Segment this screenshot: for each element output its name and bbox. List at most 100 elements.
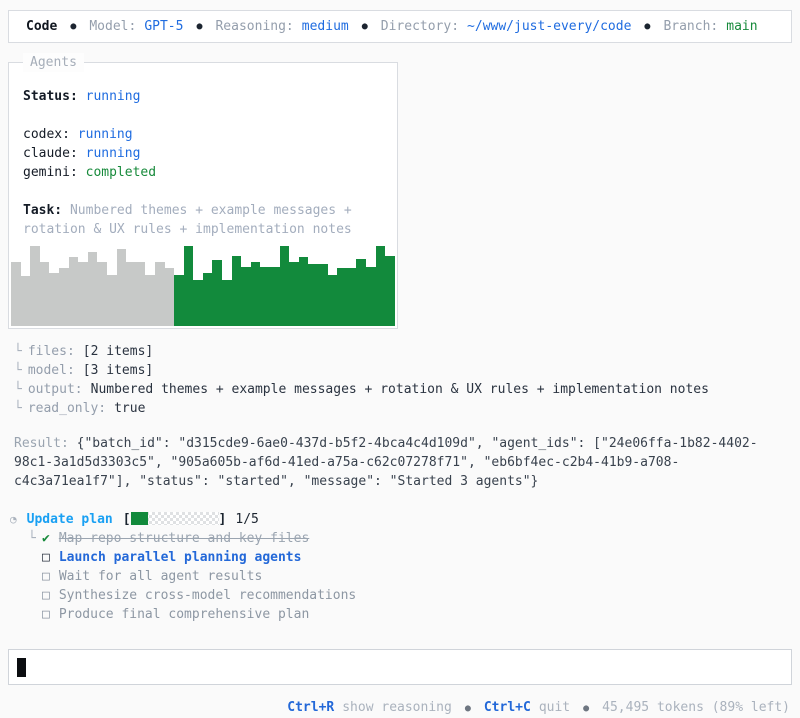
- task-label: Task:: [23, 203, 63, 218]
- tool-output-value: true: [114, 401, 146, 416]
- sparkline-bar: [20, 276, 31, 326]
- sparkline-bar: [346, 268, 357, 326]
- plan-progress-bar: [130, 512, 219, 525]
- sparkline-bar: [106, 274, 117, 326]
- sparkline-bar: [58, 268, 69, 326]
- sparkline-bar: [270, 266, 280, 326]
- sparkline-bar: [193, 279, 203, 326]
- model-value: GPT-5: [144, 19, 184, 34]
- plan-item-label: Produce final comprehensive plan: [58, 607, 310, 622]
- sparkline-bar: [154, 262, 165, 326]
- status-label: Status:: [23, 89, 78, 104]
- plan-item-label: Map repo structure and key files: [58, 531, 310, 546]
- sparkline-bar: [289, 262, 299, 326]
- separator-dot-icon: ●: [70, 21, 77, 32]
- sparkline-bar: [241, 266, 251, 326]
- branch-corner-icon: └: [14, 363, 22, 378]
- sparkline-bar: [145, 274, 155, 326]
- shortcut-key: Ctrl+C: [483, 700, 531, 715]
- result-label: Result:: [14, 436, 69, 451]
- tool-output-row: └ files: [2 items]: [14, 342, 792, 361]
- progress-close-bracket: ]: [218, 512, 227, 527]
- shortcut-key: Ctrl+R: [287, 700, 335, 715]
- tool-output-key: output:: [27, 382, 83, 397]
- sparkline-bar: [11, 262, 21, 326]
- sparkline-bar: [39, 262, 50, 326]
- plan-item-label: Launch parallel planning agents: [58, 550, 302, 565]
- sparkline-bar: [318, 263, 328, 326]
- reasoning-value: medium: [301, 19, 349, 34]
- agents-status-line: Status: running: [23, 87, 383, 106]
- checkmark-icon: ✔: [42, 531, 50, 546]
- plan-header-row: ◔ Update plan [ ] 1/5: [10, 510, 792, 529]
- sparkline-bar: [202, 273, 213, 326]
- plan-item-label: Synthesize cross-model recommendations: [58, 588, 357, 603]
- shortcut-label: show reasoning: [342, 700, 452, 715]
- plan-item-label: Wait for all agent results: [58, 569, 263, 584]
- sparkline-bar: [356, 258, 366, 326]
- sparkline-bar: [298, 257, 309, 326]
- footer-bar: Ctrl+R show reasoning ● Ctrl+C quit ● 45…: [8, 698, 792, 718]
- plan-title: Update plan: [26, 512, 113, 527]
- sparkline-bar: [231, 255, 242, 326]
- message-input[interactable]: [8, 649, 792, 685]
- sparkline-bar: [164, 268, 175, 326]
- agents-task-line: Task: Numbered themes + example messages…: [23, 201, 383, 239]
- sparkline-bar: [49, 273, 59, 326]
- sparkline-bar: [337, 268, 347, 326]
- agent-row: gemini: completed: [23, 163, 383, 182]
- plan-item: └ ✔ Map repo structure and key files: [10, 529, 792, 548]
- shortcut-label: quit: [538, 700, 571, 715]
- sparkline-bar: [97, 262, 107, 326]
- agent-state: running: [85, 146, 141, 161]
- agent-state: completed: [85, 165, 157, 180]
- sparkline-bar: [135, 262, 146, 326]
- tool-output-row: └ read_only: true: [14, 399, 792, 418]
- separator-dot-icon: ●: [583, 703, 590, 714]
- tool-output-value: Numbered themes + example messages + rot…: [90, 382, 709, 397]
- token-usage-text: 45,495 tokens (89% left): [602, 700, 790, 715]
- sparkline-bar: [250, 262, 261, 326]
- model-label: Model:: [89, 19, 137, 34]
- sparkline-bar: [30, 246, 40, 326]
- tool-output-value: [3 items]: [82, 363, 154, 378]
- separator-dot-icon: ●: [361, 21, 368, 32]
- agents-panel: Agents Status: running codex: running cl…: [8, 53, 398, 329]
- separator-dot-icon: ●: [644, 21, 651, 32]
- sparkline-bar: [222, 279, 232, 326]
- plan-item-list: └ ✔ Map repo structure and key files □ L…: [10, 529, 792, 624]
- branch-corner-icon: └: [14, 401, 22, 416]
- sparkline-bar: [78, 262, 88, 326]
- task-text: Numbered themes + example messages + rot…: [23, 203, 352, 237]
- plan-progress-fill: [130, 512, 149, 525]
- plan-item: □ Synthesize cross-model recommendations: [10, 586, 792, 605]
- plan-item: □ Produce final comprehensive plan: [10, 605, 792, 624]
- tool-output-key: model:: [27, 363, 75, 378]
- checkbox-empty-icon: □: [42, 550, 50, 565]
- plan-item: □ Wait for all agent results: [10, 567, 792, 586]
- status-header-bar: Code ● Model: GPT-5 ● Reasoning: medium …: [8, 10, 792, 43]
- status-value: running: [85, 89, 141, 104]
- agent-name: gemini:: [23, 165, 78, 180]
- sparkline-bar: [375, 246, 386, 326]
- branch-corner-icon: └: [14, 344, 22, 359]
- plan-progress-count: 1/5: [235, 512, 259, 527]
- sparkline-bar: [183, 246, 194, 326]
- spinner-clock-icon: ◔: [10, 513, 17, 526]
- agent-name: codex:: [23, 127, 70, 142]
- agent-name: claude:: [23, 146, 78, 161]
- tool-output-key: files:: [27, 344, 75, 359]
- tool-output-row: └ output: Numbered themes + example messag…: [14, 380, 792, 399]
- agents-panel-title: Agents: [23, 53, 84, 72]
- branch-value: main: [726, 19, 758, 34]
- sparkline-bar: [327, 274, 338, 326]
- separator-dot-icon: ●: [464, 703, 471, 714]
- result-block: Result: {"batch_id": "d315cde9-6ae0-437d…: [8, 434, 783, 491]
- plan-item: □ Launch parallel planning agents: [10, 548, 792, 567]
- progress-open-bracket: [: [122, 512, 131, 527]
- sparkline-bar: [174, 274, 184, 326]
- app-root: Code ● Model: GPT-5 ● Reasoning: medium …: [0, 0, 800, 718]
- result-json: {"batch_id": "d315cde9-6ae0-437d-b5f2-4b…: [14, 436, 758, 489]
- separator-dot-icon: ●: [196, 21, 203, 32]
- sparkline-bar: [68, 257, 79, 326]
